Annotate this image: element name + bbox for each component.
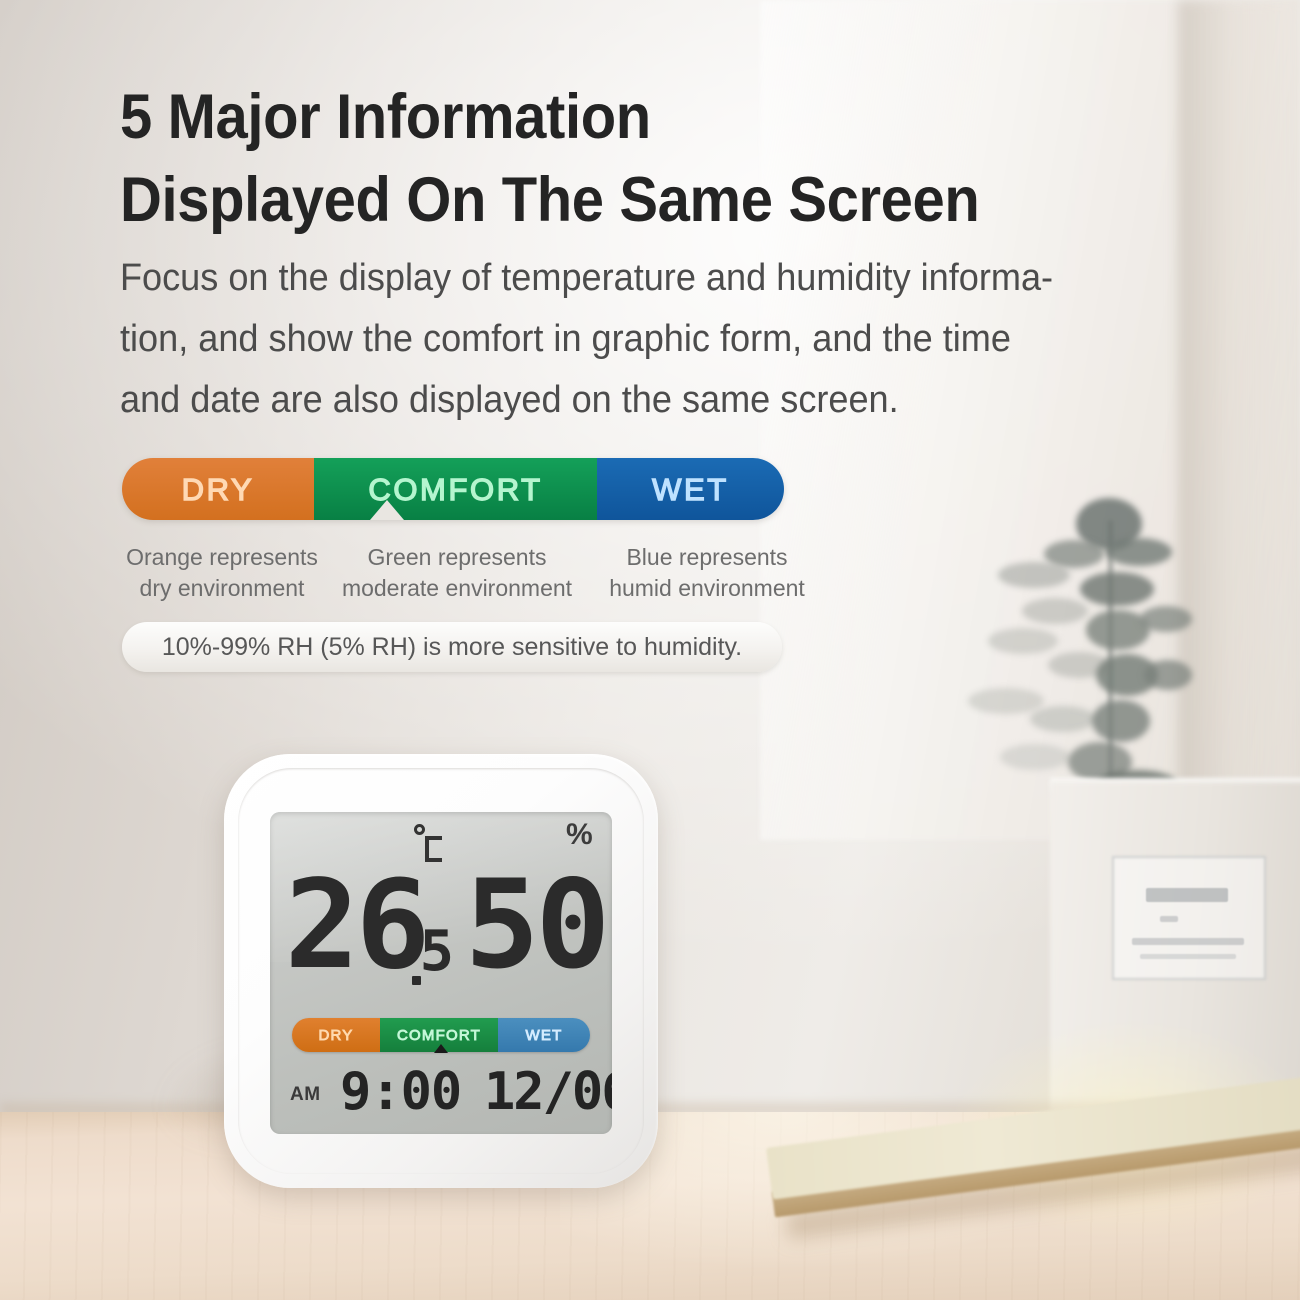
comfort-legend-bar: DRY COMFORT WET (122, 458, 784, 520)
legend-segment-wet-label: WET (651, 471, 729, 507)
pot-label-text-blur-1 (1132, 938, 1244, 945)
legend-caption-wet-line-1: Blue represents (626, 544, 788, 570)
legend-caption-comfort-line-1: Green represents (367, 544, 547, 570)
legend-caption-comfort: Green represents moderate environment (322, 542, 592, 604)
legend-caption-dry-line-1: Orange represents (126, 544, 318, 570)
device-bar-label-comfort: COMFORT (397, 1026, 481, 1044)
percent-unit-icon: % (566, 818, 593, 851)
thermo-hygrometer-device: % 26 5 50 DRY COMFORT WET AM 9:00 12/0 (224, 754, 658, 1188)
pot-label-text-blur-2 (1140, 954, 1236, 959)
page-title-line-1: 5 Major Information (120, 82, 651, 152)
product-marketing-image: 5 Major Information Displayed On The Sam… (0, 0, 1300, 1300)
page-title: 5 Major Information Displayed On The Sam… (120, 76, 1068, 242)
device-bar-label-wet: WET (525, 1026, 563, 1044)
temperature-integer: 26 (284, 854, 431, 996)
legend-captions: Orange represents dry environment Green … (122, 542, 822, 604)
background-wall-edge (1178, 0, 1298, 880)
page-description: Focus on the display of temperature and … (120, 248, 1151, 430)
page-description-line-3: and date are also displayed on the same … (120, 378, 899, 421)
device-bar-segment-dry: DRY (292, 1018, 380, 1052)
device-lcd-screen: % 26 5 50 DRY COMFORT WET AM 9:00 12/0 (270, 812, 612, 1134)
page-title-line-2: Displayed On The Same Screen (120, 165, 980, 236)
page-description-line-1: Focus on the display of temperature and … (120, 257, 1054, 299)
lcd-time-row: AM 9:00 12/06 (270, 1064, 612, 1128)
pot-label-divider-blur (1160, 916, 1178, 922)
degree-symbol-icon (414, 824, 425, 835)
humidity-value: 50 (464, 854, 611, 996)
page-description-line-2: tion, and show the comfort in graphic fo… (120, 317, 1011, 360)
device-bar-comfort-marker (434, 1044, 448, 1053)
device-bar-segment-wet: WET (498, 1018, 590, 1052)
legend-segment-wet: WET (597, 458, 784, 520)
pot-label-frame (1112, 856, 1266, 980)
legend-caption-comfort-line-2: moderate environment (341, 574, 573, 601)
legend-segment-dry: DRY (122, 458, 314, 520)
temperature-decimal: 5 (419, 919, 455, 984)
meridiem-indicator: AM (290, 1084, 321, 1105)
legend-comfort-notch-marker (370, 500, 404, 520)
device-bar-label-dry: DRY (318, 1026, 354, 1044)
legend-caption-dry: Orange represents dry environment (122, 542, 322, 604)
legend-segment-dry-label: DRY (181, 471, 255, 507)
legend-segment-comfort: COMFORT (314, 458, 597, 520)
date-value: 12/06 (484, 1062, 612, 1122)
lcd-primary-readout: 26 5 50 (270, 858, 612, 1008)
pot-label-title-blur (1146, 888, 1228, 902)
legend-caption-dry-line-2: dry environment (139, 574, 305, 601)
legend-caption-wet-line-2: humid environment (609, 574, 805, 601)
clock-value: 9:00 (340, 1062, 462, 1122)
rh-sensitivity-note: 10%-99% RH (5% RH) is more sensitive to … (122, 622, 782, 672)
legend-caption-wet: Blue represents humid environment (592, 542, 822, 604)
